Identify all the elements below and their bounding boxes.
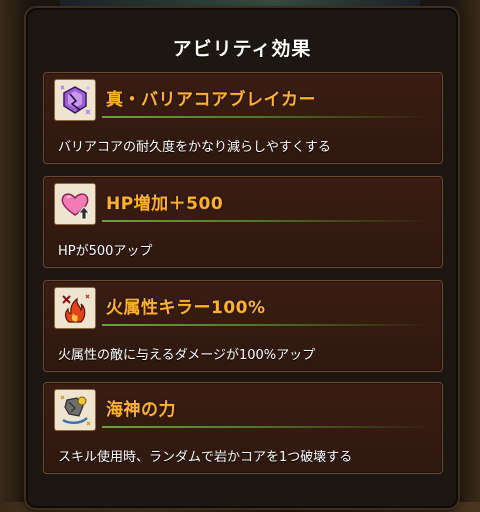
ability-card-header: 海神の力 (44, 383, 442, 435)
ability-description: HPが500アップ (58, 244, 153, 259)
heart-up-icon (54, 183, 96, 225)
ability-card-header: HP増加＋500 (44, 177, 442, 229)
ability-name: 海神の力 (106, 400, 176, 420)
ability-name: HP増加＋500 (106, 194, 224, 214)
ability-description: スキル使用時、ランダムで岩かコアを1つ破壊する (58, 450, 353, 465)
ability-description: バリアコアの耐久度をかなり減らしやすくする (58, 140, 331, 155)
ability-description: 火属性の敵に与えるダメージが100%アップ (58, 348, 316, 363)
background-hud-strip (60, 0, 420, 8)
ability-card-header: 火属性キラー100% (44, 281, 442, 333)
ability-divider (102, 116, 432, 118)
fire-killer-icon (54, 287, 96, 329)
ability-card: HP増加＋500 HPが500アップ (43, 176, 443, 268)
ability-divider (102, 324, 432, 326)
sea-god-icon (54, 389, 96, 431)
ability-divider (102, 220, 432, 222)
ability-card: 真・バリアコアブレイカー バリアコアの耐久度をかなり減らしやすくする (43, 72, 443, 164)
ability-card: 海神の力 スキル使用時、ランダムで岩かコアを1つ破壊する (43, 382, 443, 474)
dialog-title: アビリティ効果 (172, 38, 312, 60)
ability-name: 真・バリアコアブレイカー (106, 90, 316, 110)
barrier-breaker-icon (54, 79, 96, 121)
ability-effects-dialog: アビリティ効果 真・バリアコアブレイカー バリアコアの耐久度をかなり減らしやすく… (26, 8, 458, 508)
ability-name: 火属性キラー100% (106, 298, 266, 318)
ability-divider (102, 426, 432, 428)
ability-card-header: 真・バリアコアブレイカー (44, 73, 442, 125)
ability-card: 火属性キラー100% 火属性の敵に与えるダメージが100%アップ (43, 280, 443, 372)
